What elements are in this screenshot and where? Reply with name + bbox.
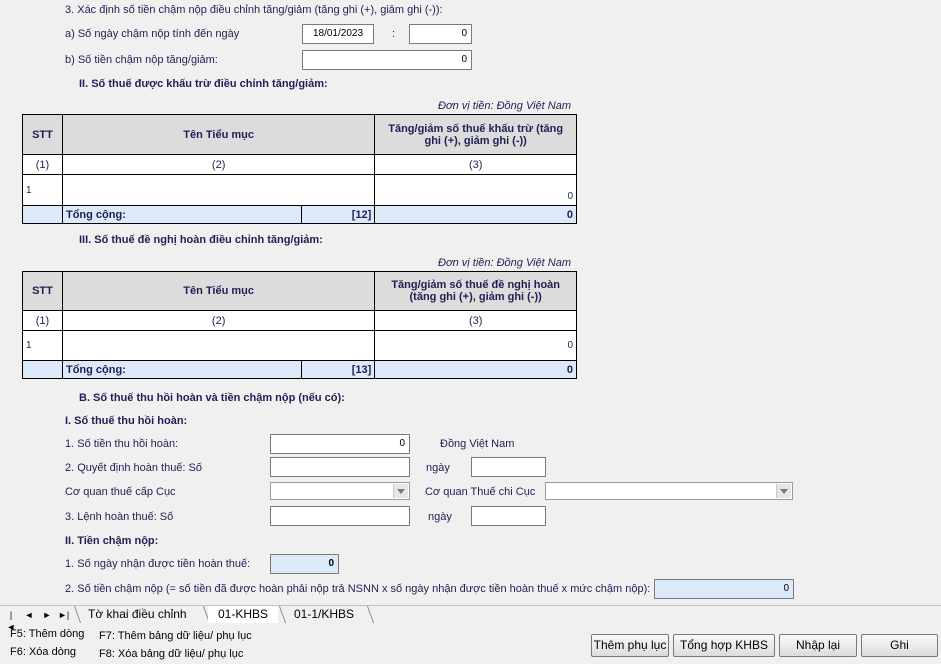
colon-separator: : [392, 28, 396, 40]
section-ii-title: II. Số thuế được khấu trừ điều chỉnh tăn… [79, 78, 328, 90]
col-name-header: Tên Tiểu mục [61, 271, 376, 311]
hint-add-row: F5: Thêm dòng [10, 628, 85, 640]
col-index-3: (3) [374, 310, 577, 331]
dept-tax-agency-select[interactable] [270, 482, 410, 500]
late-interest-input[interactable]: 0 [654, 579, 794, 599]
add-appendix-button[interactable]: Thêm phụ lục [591, 634, 669, 657]
sheet-tab-bar: |◄ ◄ ► ►| Tờ khai điều chỉnh 01-KHBS 01-… [0, 605, 941, 632]
col-value-header: Tăng/giảm số thuế khấu trừ (tăng ghi (+)… [374, 114, 577, 155]
late-days-label: a) Số ngày chậm nộp tính đến ngày [65, 28, 240, 40]
deduction-table: STT Tên Tiểu mục Tăng/giảm số thuế khấu … [22, 114, 577, 224]
refund-decision-date-input[interactable] [471, 457, 546, 477]
late-amount-label: b) Số tiền chậm nộp tăng/giảm: [65, 54, 218, 66]
chevron-down-icon[interactable] [393, 484, 408, 498]
tab-01-1-khbs[interactable]: 01-1/KHBS [284, 606, 364, 623]
days-received-label: 1. Số ngày nhận được tiền hoàn thuế: [65, 558, 251, 570]
refund-table: STT Tên Tiểu mục Tăng/giảm số thuế đề ng… [22, 271, 577, 379]
summary-khbs-button[interactable]: Tổng hợp KHBS [673, 634, 775, 657]
section-b-i-title: I. Số thuế thu hồi hoàn: [65, 415, 188, 427]
total-code: [12] [301, 205, 376, 224]
col-index-1: (1) [22, 154, 63, 175]
dept-tax-agency-label: Cơ quan thuế cấp Cục [65, 486, 176, 498]
chevron-down-icon[interactable] [776, 484, 791, 498]
refund-order-label: 3. Lệnh hoàn thuế: Số [65, 511, 174, 523]
refund-order-number-input[interactable] [270, 506, 410, 526]
row-stt: 1 [22, 174, 63, 206]
hint-delete-table: F8: Xóa bảng dữ liệu/ phụ lục [99, 648, 244, 660]
late-days-date-input[interactable]: 18/01/2023 [302, 24, 374, 44]
branch-tax-agency-label: Cơ quan Thuế chi Cục [425, 486, 536, 498]
total-value: 0 [374, 205, 577, 224]
tab-01-khbs[interactable]: 01-KHBS [208, 606, 279, 623]
section-b-title: B. Số thuế thu hồi hoàn và tiền chậm nộp… [79, 392, 345, 404]
last-sheet-icon[interactable]: ►| [58, 609, 69, 621]
currency-unit-ii: Đơn vị tiền: Đồng Việt Nam [438, 100, 572, 112]
hint-delete-row: F6: Xóa dòng [10, 646, 77, 658]
total-code: [13] [301, 360, 376, 379]
total-value: 0 [374, 360, 577, 379]
row-value-cell[interactable]: 0 [374, 174, 577, 206]
row-name-cell[interactable] [61, 330, 376, 361]
section-3-title: 3. Xác định số tiền chậm nộp điều chỉnh … [65, 4, 443, 16]
prev-sheet-icon[interactable]: ◄ [24, 609, 34, 621]
col-stt-header: STT [22, 271, 63, 311]
total-label: Tổng cộng: [61, 205, 303, 224]
refund-order-date-input[interactable] [471, 506, 546, 526]
late-interest-label: 2. Số tiền chậm nộp (= số tiền đã được h… [65, 583, 651, 595]
refund-decision-number-input[interactable] [270, 457, 410, 477]
section-iii-title: III. Số thuế đề nghị hoàn điều chỉnh tăn… [79, 234, 323, 246]
section-b-ii-title: II. Tiền chậm nộp: [65, 535, 159, 547]
refund-order-date-label: ngày [428, 511, 452, 523]
late-amount-input[interactable]: 0 [302, 50, 472, 70]
tab-adjustment-declaration[interactable]: Tờ khai điều chỉnh [78, 606, 197, 623]
recovery-amount-label: 1. Số tiền thu hồi hoàn: [65, 438, 179, 450]
table-row[interactable]: 1 0 [22, 174, 577, 206]
first-sheet-icon[interactable]: |◄ [6, 609, 16, 632]
col-stt-header: STT [22, 114, 63, 155]
reset-button[interactable]: Nhập lại [779, 634, 857, 657]
currency-unit-iii: Đơn vị tiền: Đồng Việt Nam [438, 257, 572, 269]
col-value-header: Tăng/giảm số thuế đề nghị hoàn (tăng ghi… [374, 271, 577, 311]
refund-decision-label: 2. Quyết định hoàn thuế: Số [65, 462, 202, 474]
days-received-input[interactable]: 0 [270, 554, 339, 574]
hint-add-table: F7: Thêm bảng dữ liệu/ phụ lục [99, 630, 252, 642]
col-index-2: (2) [61, 154, 376, 175]
col-index-1: (1) [22, 310, 63, 331]
row-value-cell[interactable]: 0 [374, 330, 577, 361]
table-row[interactable]: 1 0 [22, 330, 577, 361]
next-sheet-icon[interactable]: ► [42, 609, 52, 621]
branch-tax-agency-select[interactable] [545, 482, 793, 500]
recovery-currency-label: Đồng Việt Nam [440, 438, 515, 450]
col-index-3: (3) [374, 154, 577, 175]
col-index-2: (2) [61, 310, 376, 331]
recovery-amount-input[interactable]: 0 [270, 434, 410, 454]
late-days-count-input[interactable]: 0 [409, 24, 472, 44]
row-name-cell[interactable] [61, 174, 376, 206]
row-stt: 1 [22, 330, 63, 361]
refund-decision-date-label: ngày [426, 462, 450, 474]
save-button[interactable]: Ghi [861, 634, 938, 657]
col-name-header: Tên Tiểu mục [61, 114, 376, 155]
total-label: Tổng cộng: [61, 360, 303, 379]
